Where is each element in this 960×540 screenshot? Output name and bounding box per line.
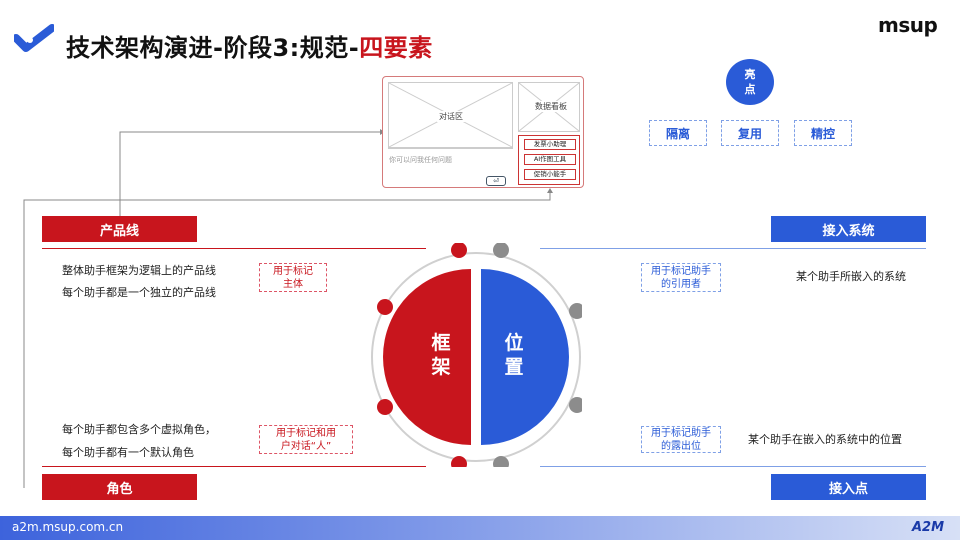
footer-bar [0,516,960,540]
tag-isolation: 隔离 [649,120,707,146]
note-referrer: 用于标记助手 的引用者 [641,263,721,292]
section-bar-product-line: 产品线 [42,216,197,242]
section-divider [540,466,926,467]
wireframe-tools-panel: 发票小助理 AI作图工具 促销小能手 [518,135,580,185]
note-dialogue-person: 用于标记和用 户对话“人” [259,425,353,454]
section-divider [540,248,926,249]
center-label-position: 位置 [504,332,524,378]
product-line-desc-1: 整体助手框架为逻辑上的产品线 [62,264,216,277]
role-desc-1: 每个助手都包含多个虚拟角色， [62,423,216,436]
assistant-wireframe: 对话区 数据看板 你可以问我任何问题 ⏎ 发票小助理 AI作图工具 促销小能手 [382,76,584,188]
wireframe-input-placeholder: 你可以问我任何问题 [389,156,452,164]
role-desc-2: 每个助手都有一个默认角色 [62,446,194,459]
note-exposure: 用于标记助手 的露出位 [641,426,721,453]
product-line-desc-2: 每个助手都是一个独立的产品线 [62,286,216,299]
ring-node [377,299,393,315]
center-label-framework: 框架 [431,332,451,378]
wireframe-tool-item[interactable]: 促销小能手 [524,169,576,180]
wireframe-tool-item[interactable]: AI作图工具 [524,154,576,165]
footer-logo: A2M [912,520,945,535]
footer-url[interactable]: a2m.msup.com.cn [12,520,123,534]
wireframe-dialog-area: 对话区 [388,82,513,148]
highlight-badge: 亮 点 [726,59,774,105]
tag-precise-control: 精控 [794,120,852,146]
note-subject: 用于标记 主体 [259,263,327,292]
section-divider [42,466,426,467]
section-bar-access-point: 接入点 [771,474,926,500]
section-bar-role: 角色 [42,474,197,500]
wireframe-board-area: 数据看板 [518,82,580,132]
tag-reuse: 复用 [721,120,779,146]
framework-half [383,269,471,445]
wireframe-board-label: 数据看板 [533,101,569,112]
framework-position-diagram [371,243,582,467]
section-bar-access-system: 接入系统 [771,216,926,242]
access-point-desc: 某个助手在嵌入的系统中的位置 [748,433,902,446]
wireframe-tool-item[interactable]: 发票小助理 [524,139,576,150]
ring-node [377,399,393,415]
highlight-badge-label: 亮 点 [744,68,756,96]
wireframe-divider [388,148,513,149]
ring-node [493,456,509,467]
wireframe-send-button[interactable]: ⏎ [486,176,506,186]
access-system-desc: 某个助手所嵌入的系统 [796,270,906,283]
wireframe-dialog-label: 对话区 [437,111,465,122]
section-divider [42,248,426,249]
